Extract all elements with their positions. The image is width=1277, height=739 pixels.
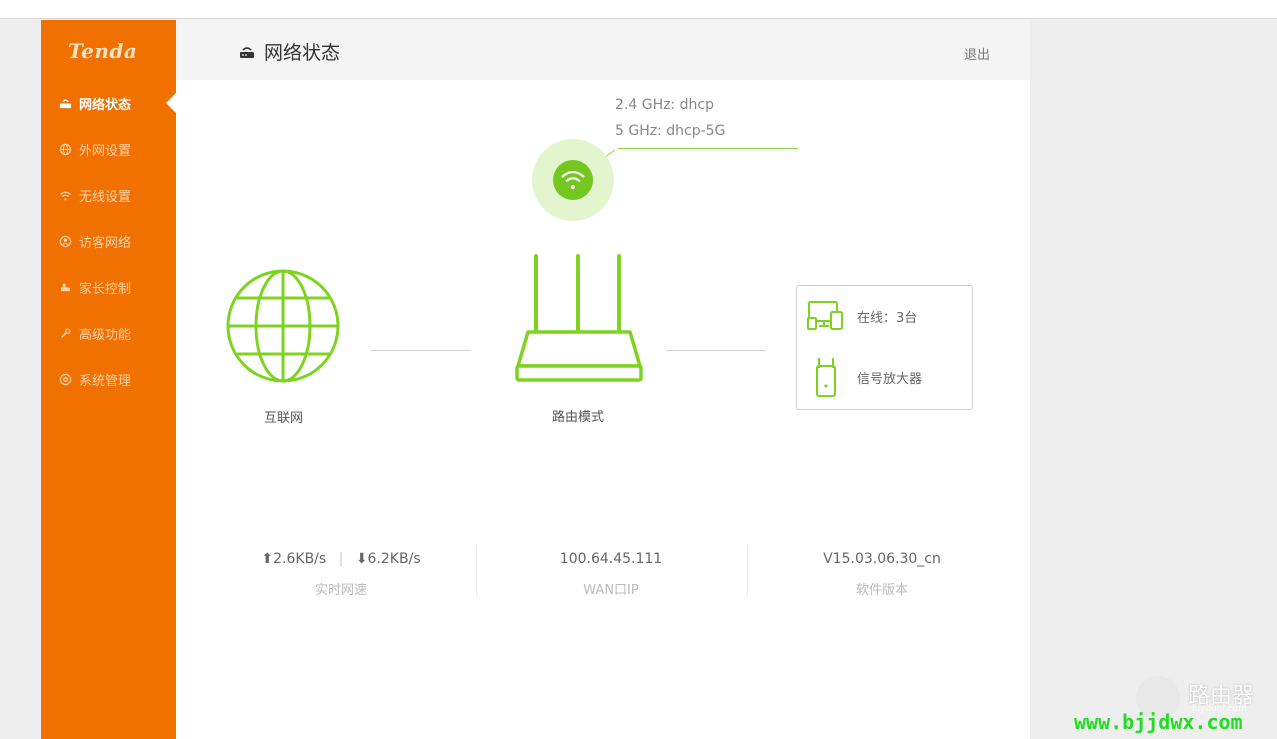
online-devices-count: 在线：3台	[857, 310, 918, 326]
extender-label: 信号放大器	[857, 371, 923, 387]
upload-speed: 2.6KB/s	[273, 551, 327, 567]
sidebar-item-label: 外网设置	[79, 143, 132, 159]
wan-ip-value: 100.64.45.111	[559, 551, 663, 567]
sidebar: Tenda 网络状态 外网设置 无线设置 访客网络 家长控制 高级功能 系统管理	[41, 20, 176, 739]
active-indicator	[166, 93, 176, 113]
router-icon	[240, 46, 254, 58]
main-panel: 网络状态 退出 2.4 GHz: dhcp 5 GHz: dhcp-5G 互联网…	[176, 20, 1030, 739]
sidebar-item-network-status[interactable]: 网络状态	[59, 91, 131, 115]
wifi-icon	[59, 191, 72, 200]
stat-divider	[747, 545, 748, 597]
firmware-version-label: 软件版本	[855, 583, 908, 598]
connection-line-clients	[666, 350, 766, 351]
internet-globe-icon[interactable]	[225, 268, 341, 384]
wrench-icon	[61, 327, 71, 338]
devices-icon	[807, 301, 843, 330]
upload-arrow-icon: ⬆	[261, 551, 274, 567]
signal-extender-icon	[816, 358, 836, 397]
router-icon[interactable]	[514, 252, 644, 388]
connection-line-internet	[371, 350, 471, 351]
speed-label: 实时网速	[314, 583, 367, 598]
sidebar-item-label: 高级功能	[79, 327, 132, 343]
watermark-url: www.bjjdwx.com	[1074, 710, 1243, 734]
logout-link[interactable]: 退出	[964, 44, 990, 63]
firmware-version-value: V15.03.06.30_cn	[823, 551, 941, 567]
realtime-speed-stat: ⬆2.6KB/s | ⬇6.2KB/s 实时网速	[246, 551, 436, 598]
online-devices-row[interactable]: 在线：3台	[807, 300, 917, 332]
stat-divider	[476, 545, 477, 597]
tenda-logo: Tenda	[68, 39, 138, 63]
sidebar-item-label: 家长控制	[79, 281, 132, 297]
wifi-status-icon[interactable]	[531, 138, 615, 222]
ssid-24ghz: 2.4 GHz: dhcp	[615, 97, 714, 113]
sidebar-item-wireless-settings[interactable]: 无线设置	[59, 183, 131, 207]
extender-row[interactable]: 信号放大器	[807, 356, 922, 398]
sidebar-item-system-management[interactable]: 系统管理	[59, 367, 131, 391]
firmware-stat: V15.03.06.30_cn 软件版本	[787, 551, 977, 598]
sidebar-item-parental-control[interactable]: 家长控制	[59, 275, 131, 299]
internet-label: 互联网	[264, 411, 304, 426]
sidebar-item-label: 无线设置	[79, 189, 132, 205]
wan-ip-label: WAN口IP	[583, 583, 639, 598]
download-speed: 6.2KB/s	[367, 551, 421, 567]
connected-devices-panel: 在线：3台 信号放大器	[796, 285, 973, 410]
guest-icon	[59, 235, 72, 247]
speed-values: ⬆2.6KB/s | ⬇6.2KB/s	[246, 551, 436, 567]
sidebar-item-guest-network[interactable]: 访客网络	[59, 229, 131, 253]
browser-top-strip	[0, 0, 1277, 19]
sidebar-item-label: 网络状态	[79, 97, 132, 113]
gear-icon	[59, 373, 72, 385]
router-mode-label: 路由模式	[552, 410, 605, 425]
wan-ip-stat: 100.64.45.111 WAN口IP	[516, 551, 706, 598]
sidebar-item-advanced[interactable]: 高级功能	[59, 321, 131, 345]
parental-icon	[60, 283, 71, 291]
download-arrow-icon: ⬇	[355, 551, 368, 567]
sidebar-item-wan-settings[interactable]: 外网设置	[59, 137, 131, 161]
ssid-underline	[618, 148, 798, 149]
page-title-text: 网络状态	[264, 42, 341, 64]
page-title: 网络状态	[238, 38, 340, 65]
sidebar-item-label: 访客网络	[79, 235, 132, 251]
page-header: 网络状态 退出	[176, 20, 1030, 80]
sidebar-item-label: 系统管理	[79, 373, 132, 389]
speed-separator: |	[338, 551, 344, 567]
router-icon	[59, 99, 72, 108]
ssid-5ghz: 5 GHz: dhcp-5G	[615, 123, 726, 139]
globe-icon	[59, 143, 72, 155]
